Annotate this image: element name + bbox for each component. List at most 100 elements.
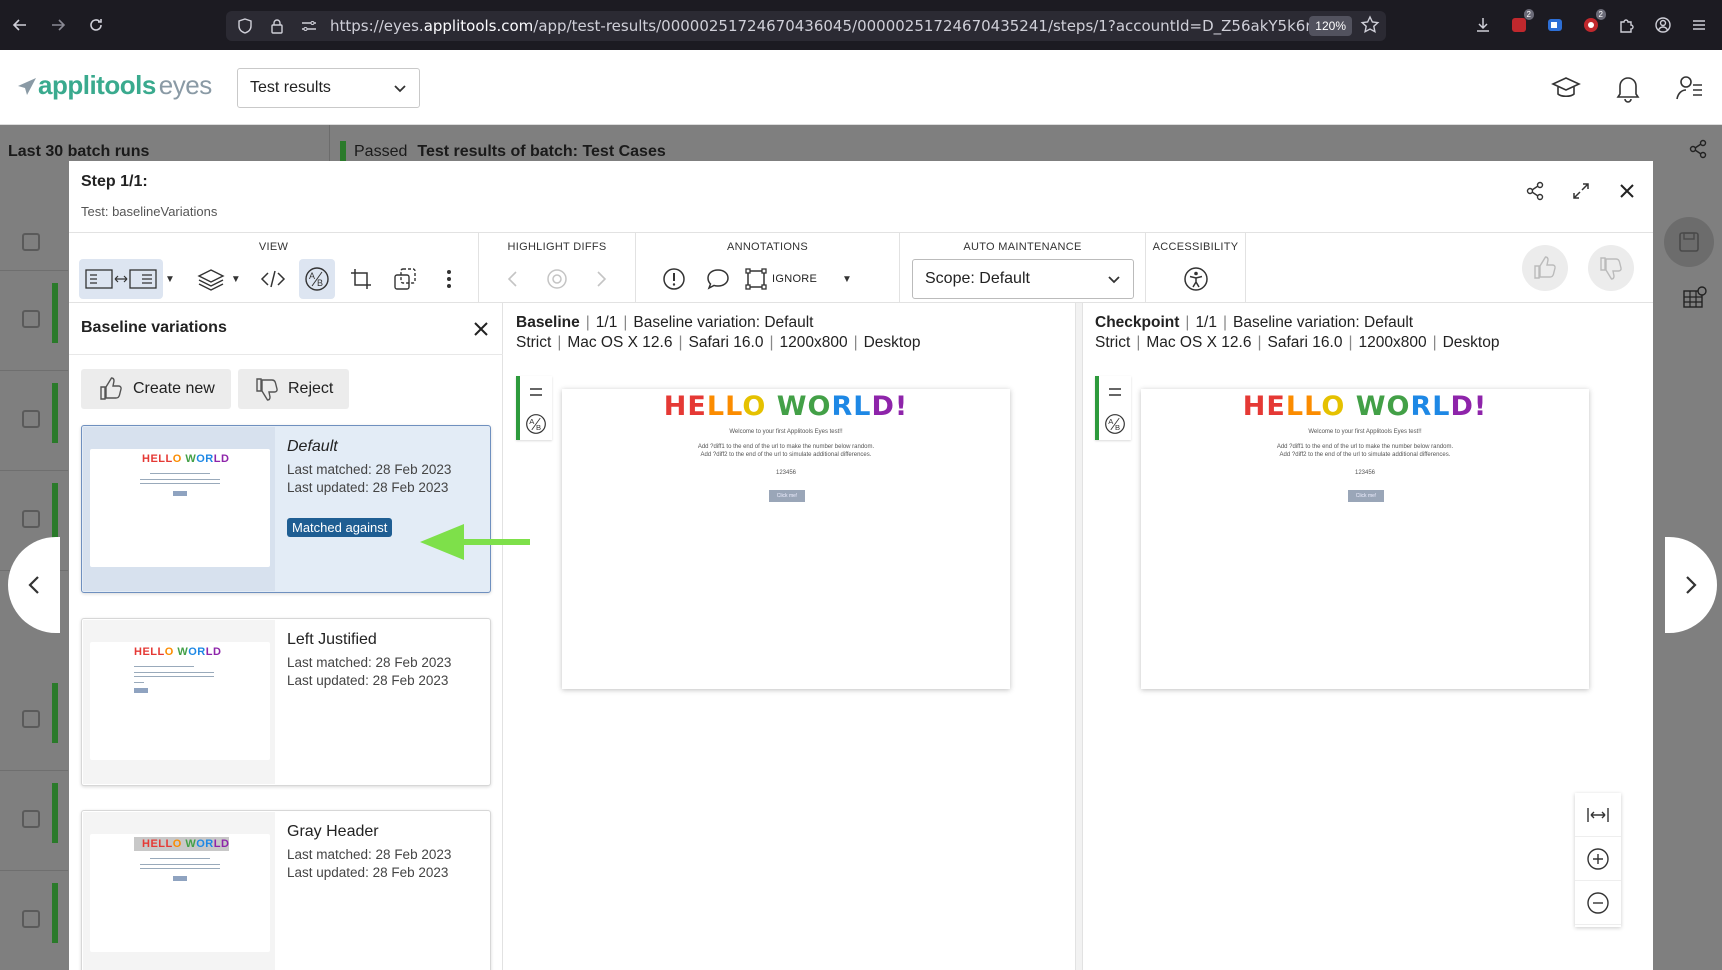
create-new-variation-button[interactable]: Create new: [81, 369, 231, 409]
report-bug-button[interactable]: [656, 259, 692, 299]
scope-select[interactable]: Scope: Default: [912, 259, 1134, 299]
thumbs-up-icon: [1534, 256, 1556, 279]
thumbnail-heading: HELLO WORLD: [134, 646, 222, 658]
lock-icon[interactable]: [264, 13, 290, 39]
view-select[interactable]: Test results: [237, 68, 420, 108]
svg-text:A: A: [1108, 417, 1114, 426]
notifications-bell-icon[interactable]: [1608, 68, 1648, 108]
accessibility-icon: [1183, 267, 1208, 291]
row-checkbox[interactable]: [22, 710, 40, 728]
baseline-screenshot[interactable]: HELLO WORLD! Welcome to your first Appli…: [562, 389, 1010, 689]
url-bar[interactable]: https://eyes.applitools.com/app/test-res…: [226, 11, 1386, 41]
layers-dropdown[interactable]: ▼: [231, 274, 241, 285]
applitools-logo[interactable]: applitools eyes: [16, 70, 212, 101]
expand-icon[interactable]: [1565, 175, 1597, 207]
side-by-side-view-button[interactable]: [79, 259, 163, 299]
auto-maintenance-group: AUTO MAINTENANCE Scope: Default: [900, 233, 1146, 303]
accessibility-button[interactable]: [1178, 259, 1214, 299]
svg-text:B: B: [536, 423, 541, 432]
app-header: applitools eyes Test results: [0, 50, 1722, 125]
profile-icon[interactable]: [1650, 12, 1676, 38]
save-icon[interactable]: [1664, 217, 1714, 267]
row-checkbox[interactable]: [22, 910, 40, 928]
ab-icon[interactable]: AB: [520, 408, 552, 440]
table-settings-icon[interactable]: [1682, 285, 1708, 311]
row-checkbox[interactable]: [22, 510, 40, 528]
modal-header: Step 1/1: Test: baselineVariations: [69, 161, 1653, 233]
variation-card-left-justified[interactable]: HELLO WORLD Left Justified Last matched:…: [81, 618, 491, 786]
chevron-right-icon: [1686, 576, 1697, 594]
chevron-left-icon: [507, 271, 517, 287]
compare-regions-button[interactable]: [387, 259, 423, 299]
more-vertical-icon: [446, 270, 451, 288]
sync-toggle-icon[interactable]: [520, 376, 552, 408]
code-view-button[interactable]: [255, 259, 291, 299]
ab-icon[interactable]: AB: [1099, 408, 1131, 440]
ignore-region-button[interactable]: IGNORE: [744, 259, 834, 299]
pane-splitter[interactable]: [1075, 303, 1083, 970]
row-checkbox[interactable]: [22, 233, 40, 251]
thumbs-down-icon: [256, 378, 278, 401]
layers-button[interactable]: [193, 259, 229, 299]
sync-toggle-icon[interactable]: [1099, 376, 1131, 408]
annotation-arrow-icon: [418, 522, 533, 562]
chevron-left-icon: [28, 576, 39, 594]
thumbs-down-button[interactable]: [1588, 245, 1634, 291]
crop-button[interactable]: [343, 259, 379, 299]
thumbs-up-button[interactable]: [1522, 245, 1568, 291]
checkpoint-screenshot[interactable]: HELLO WORLD! Welcome to your first Appli…: [1141, 389, 1589, 689]
menu-icon[interactable]: [1686, 12, 1712, 38]
zoom-out-icon[interactable]: [1575, 881, 1621, 925]
variation-card-default[interactable]: HELLO WORLD Default Last matched: 28 Feb…: [81, 425, 491, 593]
shield-icon[interactable]: [232, 13, 258, 39]
svg-text:B: B: [1115, 423, 1120, 432]
add-remark-button[interactable]: [700, 259, 736, 299]
previous-diff-button[interactable]: [495, 259, 531, 299]
panel-title: Baseline variations: [81, 319, 227, 336]
reload-icon[interactable]: [78, 7, 114, 43]
share-icon[interactable]: [1519, 175, 1551, 207]
hello-world-heading: HELLO WORLD!: [1242, 391, 1488, 422]
step-toolbar: VIEW ▼ ▼ AB HIGHLIGHT DIFFS ANNOTATIONS …: [69, 233, 1653, 303]
next-diff-button[interactable]: [583, 259, 619, 299]
extension-record-icon[interactable]: 2: [1578, 9, 1606, 38]
user-settings-icon[interactable]: [1670, 68, 1710, 108]
zoom-level-badge[interactable]: 120%: [1309, 16, 1352, 36]
browser-toolbar: https://eyes.applitools.com/app/test-res…: [0, 0, 1722, 50]
thumbs-down-icon: [1600, 257, 1622, 280]
extension-video-icon[interactable]: [1542, 12, 1568, 38]
close-icon[interactable]: [1611, 175, 1643, 207]
extension-red-icon[interactable]: 2: [1506, 9, 1534, 38]
row-checkbox[interactable]: [22, 810, 40, 828]
downloads-icon[interactable]: [1470, 12, 1496, 38]
code-icon: [260, 270, 285, 288]
graduation-cap-icon[interactable]: [1546, 68, 1586, 108]
zoom-in-icon[interactable]: [1575, 837, 1621, 881]
baseline-variations-panel: Baseline variations Create new Reject HE…: [69, 303, 503, 970]
variation-card-gray-header[interactable]: HELLO WORLD Gray Header Last matched: 28…: [81, 810, 491, 970]
batch-runs-title: Last 30 batch runs: [8, 143, 150, 160]
hello-world-heading: HELLO WORLD!: [663, 391, 909, 422]
permissions-icon[interactable]: [296, 13, 322, 39]
variation-name: Left Justified: [287, 631, 377, 648]
forward-icon[interactable]: [40, 7, 76, 43]
reject-variation-button[interactable]: Reject: [238, 369, 349, 409]
view-mode-dropdown[interactable]: ▼: [165, 274, 175, 285]
bookmark-star-icon[interactable]: [1360, 15, 1380, 35]
extensions-puzzle-icon[interactable]: [1614, 12, 1640, 38]
last-matched: Last matched: 28 Feb 2023: [287, 655, 452, 670]
svg-text:A: A: [309, 271, 315, 281]
more-options-button[interactable]: [431, 259, 467, 299]
thumbnail-heading: HELLO WORLD: [142, 838, 230, 850]
row-checkbox[interactable]: [22, 310, 40, 328]
share-icon[interactable]: [1688, 139, 1708, 159]
region-type-dropdown[interactable]: ▼: [842, 274, 852, 285]
ab-compare-button[interactable]: AB: [298, 259, 335, 299]
highlight-diffs-button[interactable]: [539, 259, 575, 299]
chevron-right-icon: [597, 271, 607, 287]
alert-icon: [663, 268, 685, 290]
row-checkbox[interactable]: [22, 410, 40, 428]
fit-width-icon[interactable]: [1575, 793, 1621, 837]
close-panel-icon[interactable]: [467, 315, 495, 343]
back-icon[interactable]: [2, 7, 38, 43]
